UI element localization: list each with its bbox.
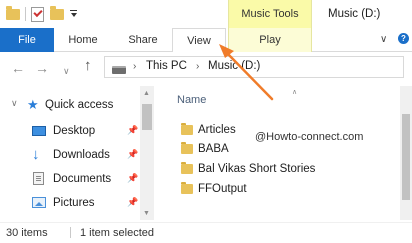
sidebar-item-documents[interactable]: Documents 📌 <box>0 168 140 190</box>
file-row-baba[interactable]: BABA <box>178 140 398 160</box>
new-folder-icon[interactable] <box>50 5 64 20</box>
up-arrow-icon[interactable]: ↑ <box>84 58 92 73</box>
sidebar-item-quick-access[interactable]: ∨ ★ Quick access <box>0 94 140 116</box>
pin-icon: 📌 <box>127 173 139 183</box>
music-tools-header: Music Tools <box>228 0 312 28</box>
window-title: Music (D:) <box>328 8 381 20</box>
sidebar-item-desktop[interactable]: Desktop 📌 <box>0 120 140 142</box>
file-row-ffoutput[interactable]: FFOutput <box>178 180 398 200</box>
chevron-down-icon[interactable]: ∨ <box>11 98 18 109</box>
sidebar-item-label: Pictures <box>53 197 95 209</box>
pin-icon: 📌 <box>127 197 139 207</box>
sidebar-item-pictures[interactable]: Pictures 📌 <box>0 192 140 214</box>
item-count: 30 items <box>6 227 48 239</box>
forward-arrow-icon[interactable]: → <box>35 61 49 75</box>
star-icon: ★ <box>27 97 39 112</box>
downloads-icon: ↓ <box>32 146 40 163</box>
sidebar-item-label: Documents <box>53 173 112 185</box>
file-name: Bal Vikas Short Stories <box>198 163 316 175</box>
breadcrumb-music[interactable]: Music (D:) <box>208 60 260 72</box>
folder-icon[interactable] <box>6 5 20 20</box>
scroll-down-icon[interactable]: ▼ <box>143 210 150 217</box>
file-row-bal-vikas[interactable]: Bal Vikas Short Stories <box>178 160 398 180</box>
sidebar-item-label: Desktop <box>53 125 96 137</box>
file-name: Articles <box>198 124 236 136</box>
documents-icon <box>33 172 44 185</box>
desktop-icon <box>32 126 46 136</box>
status-bar <box>0 222 412 243</box>
sidebar-item-label: Quick access <box>45 99 114 111</box>
breadcrumb-separator-icon[interactable]: › <box>133 61 136 72</box>
tab-view[interactable]: View <box>172 28 226 53</box>
quick-access-toolbar <box>6 4 77 24</box>
toolbar-divider <box>25 7 26 21</box>
pictures-icon <box>32 197 46 208</box>
chevron-down-icon[interactable]: ∨ <box>380 34 387 45</box>
selection-count: 1 item selected <box>80 227 154 239</box>
customize-toolbar-icon[interactable] <box>70 10 77 18</box>
pin-icon: 📌 <box>127 125 139 135</box>
sidebar-item-label: Downloads <box>53 149 110 161</box>
navpane-scroll-thumb[interactable] <box>142 104 152 130</box>
recent-locations-icon[interactable]: ∨ <box>63 64 70 78</box>
help-icon[interactable]: ? <box>398 33 409 44</box>
file-list-scroll-thumb[interactable] <box>402 114 410 200</box>
sidebar-item-downloads[interactable]: ↓ Downloads 📌 <box>0 144 140 166</box>
column-header-name[interactable]: Name <box>177 94 206 106</box>
status-divider <box>70 227 71 238</box>
tab-share[interactable]: Share <box>116 28 170 52</box>
properties-icon[interactable] <box>31 6 44 22</box>
file-name: BABA <box>198 143 229 155</box>
scroll-up-icon[interactable]: ▲ <box>143 90 150 97</box>
tab-play[interactable]: Play <box>228 28 312 52</box>
folder-icon <box>181 182 193 194</box>
tab-home[interactable]: Home <box>58 28 108 52</box>
folder-icon <box>181 123 193 135</box>
breadcrumb-this-pc[interactable]: This PC <box>146 60 187 72</box>
navigation-pane: ∨ ★ Quick access Desktop 📌 ↓ Downloads 📌… <box>0 86 154 220</box>
folder-icon <box>181 162 193 174</box>
file-name: FFOutput <box>198 183 247 195</box>
back-arrow-icon[interactable]: ← <box>11 61 25 75</box>
chevron-up-icon: ∧ <box>292 89 298 96</box>
tab-file[interactable]: File <box>0 28 54 52</box>
pin-icon: 📌 <box>127 149 139 159</box>
drive-icon <box>112 66 126 74</box>
folder-icon <box>181 142 193 154</box>
breadcrumb-separator-icon[interactable]: › <box>196 61 199 72</box>
